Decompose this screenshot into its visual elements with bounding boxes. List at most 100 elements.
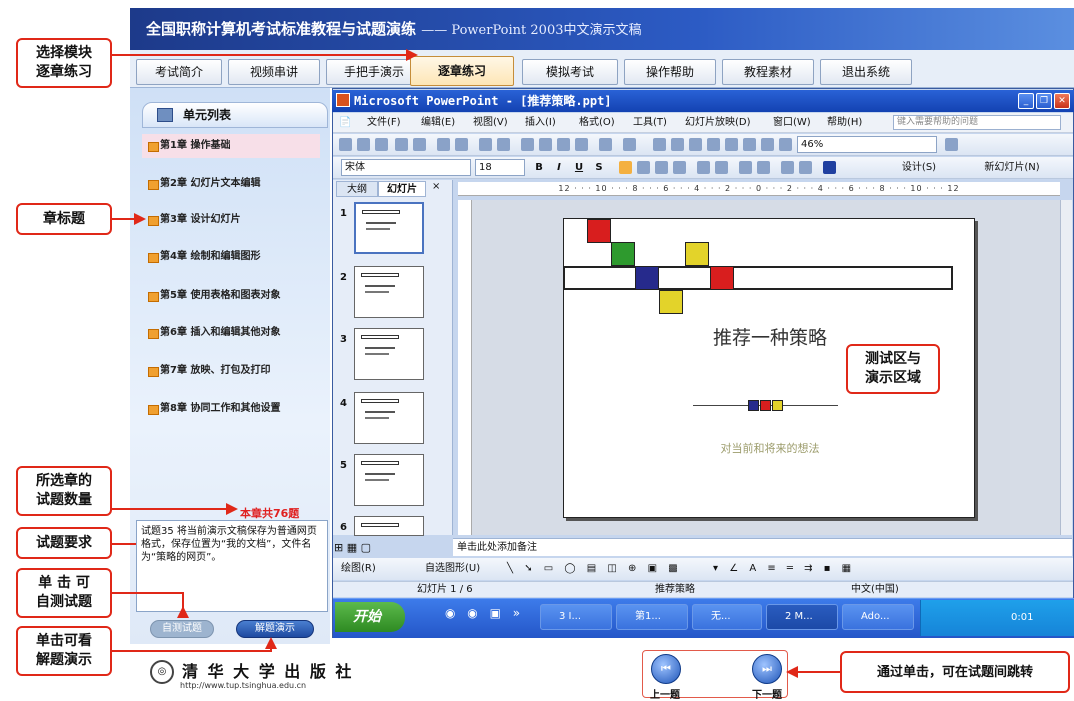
demo-button[interactable]: 解题演示 bbox=[236, 620, 314, 638]
spelling-icon[interactable] bbox=[479, 138, 492, 151]
preview-icon[interactable] bbox=[455, 138, 468, 151]
decrease-font-icon[interactable] bbox=[757, 161, 770, 174]
tab-help[interactable]: 操作帮助 bbox=[624, 59, 716, 85]
help-search-input[interactable]: 键入需要帮助的问题 bbox=[893, 115, 1061, 130]
cut-icon[interactable] bbox=[521, 138, 534, 151]
font-color-icon[interactable] bbox=[823, 161, 836, 174]
tables-borders-icon[interactable] bbox=[689, 138, 702, 151]
menu-insert[interactable]: 插入(I) bbox=[525, 113, 556, 133]
quick-launch-icons[interactable]: ◉ ◉ ▣ » bbox=[445, 606, 524, 620]
email-icon[interactable] bbox=[413, 138, 426, 151]
tab-mock-exam[interactable]: 模拟考试 bbox=[522, 59, 618, 85]
taskbar-item[interactable]: 3 I... bbox=[540, 604, 612, 630]
undo-icon[interactable] bbox=[599, 138, 612, 151]
chapter-item[interactable]: 第2章 幻灯片文本编辑 bbox=[142, 172, 320, 196]
start-button[interactable]: 开始 bbox=[335, 602, 405, 632]
tab-exit[interactable]: 退出系统 bbox=[820, 59, 912, 85]
tab-materials[interactable]: 教程素材 bbox=[722, 59, 814, 85]
underline-button[interactable]: U bbox=[571, 160, 587, 176]
save-icon[interactable] bbox=[375, 138, 388, 151]
new-icon[interactable] bbox=[339, 138, 352, 151]
align-right-icon[interactable] bbox=[655, 161, 668, 174]
slide-thumbnail[interactable] bbox=[354, 328, 424, 380]
maximize-icon[interactable]: ❐ bbox=[1036, 93, 1052, 109]
align-left-icon[interactable] bbox=[619, 161, 632, 174]
shadow-button[interactable]: S bbox=[591, 160, 607, 176]
menu-help[interactable]: 帮助(H) bbox=[827, 113, 862, 133]
slide-subtitle[interactable]: 对当前和将来的想法 bbox=[660, 440, 880, 456]
prev-question-button[interactable]: ⏮ bbox=[651, 654, 681, 684]
bold-button[interactable]: B bbox=[531, 160, 547, 176]
numbering-icon[interactable] bbox=[697, 161, 710, 174]
menu-app-icon[interactable]: 📄 bbox=[339, 113, 351, 133]
increase-font-icon[interactable] bbox=[739, 161, 752, 174]
chapter-item[interactable]: 第6章 插入和编辑其他对象 bbox=[142, 321, 320, 345]
design-button[interactable]: 设计(S) bbox=[883, 160, 955, 176]
tab-outline[interactable]: 大纲 bbox=[336, 181, 378, 197]
color-tools[interactable]: ▾ ∠ A ≡ ═ ⇉ ▪ ▦ bbox=[713, 558, 855, 580]
copy-icon[interactable] bbox=[539, 138, 552, 151]
slide-thumbnail[interactable] bbox=[354, 454, 424, 506]
menu-edit[interactable]: 编辑(E) bbox=[421, 113, 455, 133]
slide-thumbnail[interactable] bbox=[354, 266, 424, 318]
menu-tools[interactable]: 工具(T) bbox=[633, 113, 667, 133]
autoshapes-menu[interactable]: 自选图形(U) bbox=[425, 558, 480, 580]
redo-icon[interactable] bbox=[623, 138, 636, 151]
grid-icon[interactable] bbox=[761, 138, 774, 151]
taskbar-item-active[interactable]: 2 M... bbox=[766, 604, 838, 630]
expand-all-icon[interactable] bbox=[725, 138, 738, 151]
chapter-item[interactable]: 第4章 绘制和编辑图形 bbox=[142, 245, 320, 269]
slide-thumbnail[interactable] bbox=[354, 392, 424, 444]
help-icon[interactable] bbox=[945, 138, 958, 151]
paste-icon[interactable] bbox=[557, 138, 570, 151]
print-icon[interactable] bbox=[437, 138, 450, 151]
chapter-item[interactable]: 第7章 放映、打包及打印 bbox=[142, 359, 320, 383]
notes-pane[interactable]: 单击此处添加备注 bbox=[453, 538, 1072, 556]
tab-chapter-practice[interactable]: 逐章练习 bbox=[410, 56, 514, 86]
zoom-select[interactable]: 46% bbox=[797, 136, 937, 153]
view-buttons[interactable]: ⊞ ▦ ▢ bbox=[334, 540, 394, 556]
close-icon[interactable]: ✕ bbox=[1054, 93, 1070, 109]
font-size-select[interactable]: 18 bbox=[475, 159, 525, 176]
chapter-item[interactable]: 第8章 协同工作和其他设置 bbox=[142, 397, 320, 421]
taskbar-item[interactable]: 无... bbox=[692, 604, 762, 630]
menu-window[interactable]: 窗口(W) bbox=[773, 113, 811, 133]
color-grayscale-icon[interactable] bbox=[779, 138, 792, 151]
bullets-icon[interactable] bbox=[715, 161, 728, 174]
menu-slideshow[interactable]: 幻灯片放映(D) bbox=[685, 113, 751, 133]
tab-hands-on-demo[interactable]: 手把手演示 bbox=[326, 59, 422, 85]
decrease-indent-icon[interactable] bbox=[781, 161, 794, 174]
close-panel-icon[interactable]: × bbox=[432, 181, 440, 192]
menu-view[interactable]: 视图(V) bbox=[473, 113, 508, 133]
new-slide-button[interactable]: 新幻灯片(N) bbox=[967, 160, 1057, 176]
next-question-button[interactable]: ⏭ bbox=[752, 654, 782, 684]
vertical-scrollbar[interactable] bbox=[1060, 200, 1072, 535]
font-select[interactable]: 宋体 bbox=[341, 159, 471, 176]
chapter-item[interactable]: 第1章 操作基础 bbox=[142, 134, 320, 158]
menu-file[interactable]: 文件(F) bbox=[367, 113, 401, 133]
permission-icon[interactable] bbox=[395, 138, 408, 151]
chapter-item[interactable]: 第3章 设计幻灯片 bbox=[142, 208, 320, 232]
italic-button[interactable]: I bbox=[551, 160, 567, 176]
minimize-icon[interactable]: _ bbox=[1018, 93, 1034, 109]
shape-tools[interactable]: ╲ ➘ ▭ ◯ ▤ ◫ ⊕ ▣ ▩ bbox=[507, 558, 682, 580]
taskbar-item[interactable]: Ado... bbox=[842, 604, 914, 630]
menu-format[interactable]: 格式(O) bbox=[579, 113, 615, 133]
tab-video[interactable]: 视频串讲 bbox=[228, 59, 320, 85]
insert-table-icon[interactable] bbox=[671, 138, 684, 151]
insert-chart-icon[interactable] bbox=[653, 138, 666, 151]
increase-indent-icon[interactable] bbox=[799, 161, 812, 174]
slide-thumbnail[interactable] bbox=[354, 516, 424, 536]
align-center-icon[interactable] bbox=[637, 161, 650, 174]
tab-slides[interactable]: 幻灯片 bbox=[378, 181, 426, 197]
chapter-item[interactable]: 第5章 使用表格和图表对象 bbox=[142, 284, 320, 308]
draw-menu[interactable]: 绘图(R) bbox=[341, 558, 376, 580]
format-painter-icon[interactable] bbox=[575, 138, 588, 151]
open-icon[interactable] bbox=[357, 138, 370, 151]
self-test-button[interactable]: 自测试题 bbox=[150, 620, 214, 638]
taskbar-item[interactable]: 第1... bbox=[616, 604, 688, 630]
slide-thumbnail[interactable] bbox=[354, 202, 424, 254]
hyperlink-icon[interactable] bbox=[707, 138, 720, 151]
show-formatting-icon[interactable] bbox=[743, 138, 756, 151]
research-icon[interactable] bbox=[497, 138, 510, 151]
